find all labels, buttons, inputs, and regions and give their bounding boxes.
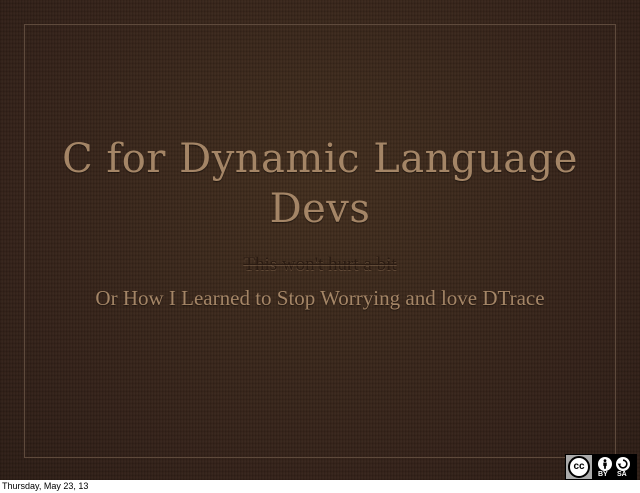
attribution-icon — [598, 457, 612, 471]
struck-subtitle: This won't hurt a bit — [243, 254, 397, 275]
cc-sa-label: SA — [617, 471, 627, 478]
cc-by-label: BY — [598, 471, 608, 478]
slide-title: C for Dynamic Language Devs — [62, 136, 578, 232]
slide-border-frame — [24, 24, 616, 458]
creative-commons-icon: cc — [568, 456, 590, 478]
cc-logo-text: cc — [573, 461, 585, 472]
cc-license-panel: BY SA — [592, 455, 636, 479]
cc-license-badge: cc BY SA — [565, 454, 637, 480]
slide-subtitle: Or How I Learned to Stop Worrying and lo… — [95, 286, 545, 310]
footer-timestamp: Thursday, May 23, 13 — [2, 481, 89, 491]
share-alike-icon — [616, 457, 630, 471]
slide: C for Dynamic Language Devs This won't h… — [0, 0, 640, 480]
